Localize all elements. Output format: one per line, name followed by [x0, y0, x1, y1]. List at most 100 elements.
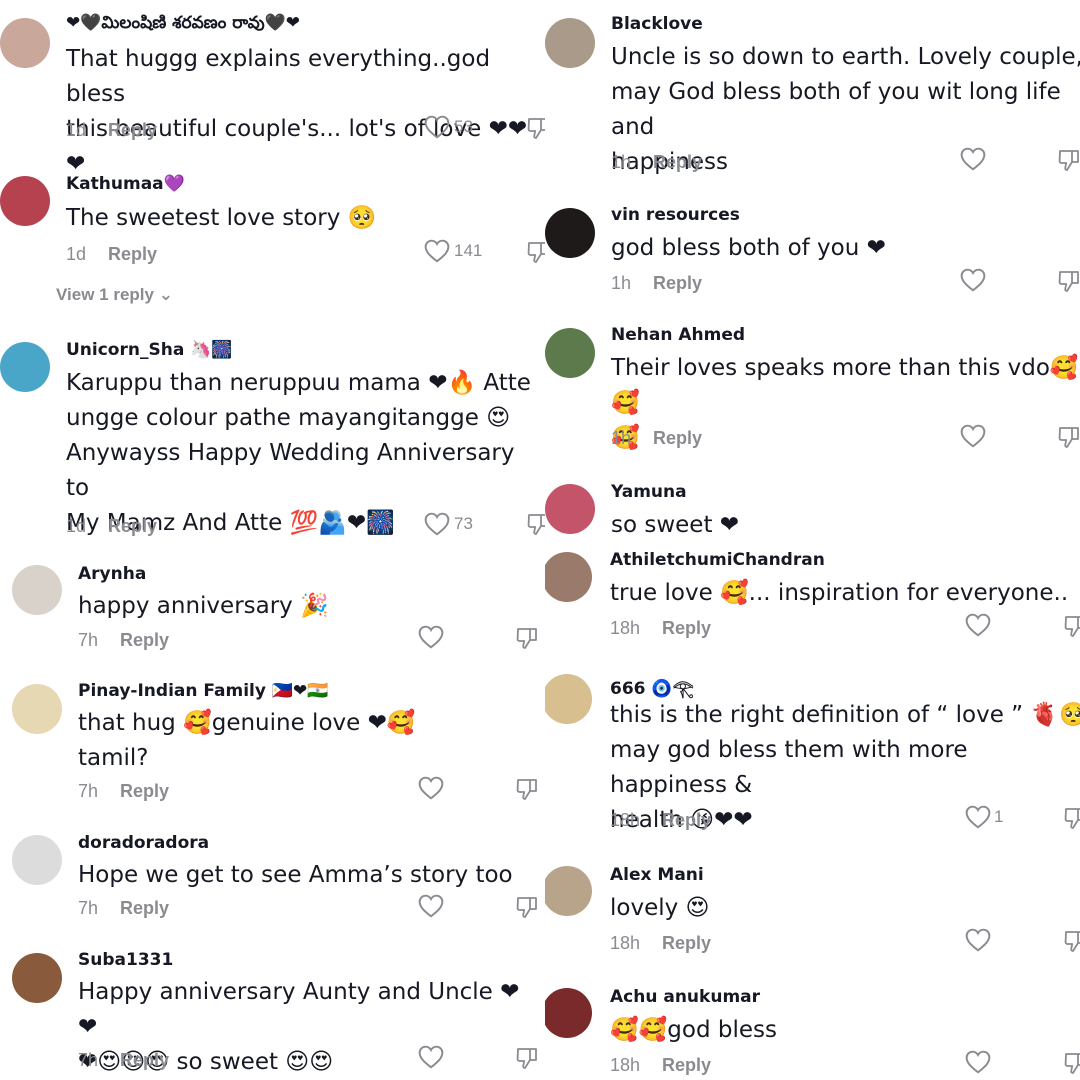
- like-button[interactable]: [960, 268, 986, 292]
- like-count: 73: [454, 514, 473, 533]
- comment-meta: 18h Reply: [610, 618, 711, 639]
- thumbs-down-icon: [1064, 931, 1080, 952]
- comment-time: 1h: [611, 428, 632, 448]
- dislike-button[interactable]: [526, 512, 545, 541]
- like-button[interactable]: [960, 424, 986, 448]
- avatar-image: [0, 342, 50, 392]
- comment-item: 666 🧿𓂀 this is the right definition of “…: [545, 666, 1080, 846]
- like-button[interactable]: [418, 625, 444, 649]
- comment-username[interactable]: Achu anukumar: [610, 987, 760, 1007]
- reply-button[interactable]: Reply: [120, 781, 169, 801]
- dislike-button[interactable]: [1063, 929, 1080, 958]
- like-button[interactable]: 53: [424, 115, 473, 139]
- dislike-button[interactable]: [1063, 614, 1080, 643]
- like-button[interactable]: [418, 1045, 444, 1069]
- comment-username[interactable]: Pinay-Indian Family 🇵🇭❤🇮🇳: [78, 681, 328, 701]
- reply-button[interactable]: Reply: [662, 1055, 711, 1075]
- comment-time: 7h: [78, 898, 99, 918]
- comment-item: ❤🖤మిలంషిణి శరవణం రావు🖤❤ That huggg expla…: [0, 0, 545, 177]
- comment-item: Nehan Ahmed Their loves speaks more than…: [545, 320, 1080, 465]
- comment-time: 18h: [610, 810, 641, 830]
- reply-button[interactable]: Reply: [108, 516, 157, 536]
- comment-username[interactable]: ❤🖤మిలంషిణి శరవణం రావు🖤❤: [66, 13, 300, 37]
- reply-button[interactable]: Reply: [653, 273, 702, 293]
- avatar[interactable]: [545, 866, 592, 916]
- heart-outline-icon: [965, 1050, 991, 1074]
- comment-username[interactable]: Yamuna: [611, 482, 687, 502]
- comment-username[interactable]: Arynha: [78, 564, 146, 584]
- avatar-image: [545, 484, 595, 534]
- like-button[interactable]: [418, 776, 444, 800]
- dislike-button[interactable]: [526, 240, 545, 269]
- dislike-button[interactable]: [515, 1046, 539, 1075]
- avatar[interactable]: [12, 684, 62, 734]
- reply-button[interactable]: Reply: [662, 933, 711, 953]
- comment-username[interactable]: AthiletchumiChandran: [610, 550, 825, 570]
- dislike-button[interactable]: [526, 116, 545, 145]
- dislike-button[interactable]: [1063, 806, 1080, 835]
- comment-username[interactable]: vin resources: [611, 205, 740, 225]
- like-button[interactable]: [418, 894, 444, 918]
- avatar[interactable]: [545, 208, 595, 258]
- dislike-button[interactable]: [1057, 269, 1080, 298]
- reply-button[interactable]: Reply: [120, 1050, 169, 1070]
- like-button[interactable]: [965, 928, 991, 952]
- comment-meta: 18h Reply: [610, 933, 711, 954]
- comment-username[interactable]: Unicorn_Sha 🦄🎆: [66, 340, 233, 360]
- avatar[interactable]: [0, 176, 50, 226]
- like-button[interactable]: 73: [424, 512, 473, 536]
- comment-username[interactable]: Blacklove: [611, 14, 703, 34]
- avatar[interactable]: [545, 674, 592, 724]
- avatar[interactable]: [545, 18, 595, 68]
- dislike-button[interactable]: [515, 626, 539, 655]
- avatar[interactable]: [545, 484, 595, 534]
- like-button[interactable]: 141: [424, 239, 482, 263]
- avatar-image: [545, 866, 592, 916]
- like-button[interactable]: [965, 1050, 991, 1074]
- thumbs-down-icon: [527, 242, 545, 263]
- thumbs-down-icon: [527, 514, 545, 535]
- thumbs-down-icon: [1064, 808, 1080, 829]
- view-replies-button[interactable]: View 1 reply ⌄: [56, 285, 173, 305]
- like-button[interactable]: 1: [965, 805, 1003, 829]
- right-comment-column: Blacklove Uncle is so down to earth. Lov…: [545, 0, 1080, 1080]
- heart-outline-icon: [965, 928, 991, 952]
- comment-username[interactable]: 666 🧿𓂀: [610, 671, 694, 700]
- avatar[interactable]: [0, 342, 50, 392]
- avatar[interactable]: [12, 835, 62, 885]
- comment-time: 1d: [66, 516, 87, 536]
- avatar[interactable]: [12, 565, 62, 615]
- reply-button[interactable]: Reply: [662, 810, 711, 830]
- dislike-button[interactable]: [515, 895, 539, 924]
- comment-username[interactable]: Kathumaa💜: [66, 174, 185, 194]
- reply-button[interactable]: Reply: [120, 898, 169, 918]
- view-replies-label: View 1 reply: [56, 285, 154, 304]
- like-button[interactable]: [960, 147, 986, 171]
- avatar[interactable]: [0, 18, 50, 68]
- dislike-button[interactable]: [1057, 148, 1080, 177]
- reply-button[interactable]: Reply: [120, 630, 169, 650]
- reply-button[interactable]: Reply: [108, 120, 157, 140]
- chevron-down-icon: ⌄: [158, 285, 173, 304]
- comment-time: 1d: [66, 120, 87, 140]
- like-button[interactable]: [965, 613, 991, 637]
- comment-username[interactable]: Alex Mani: [610, 865, 704, 885]
- dislike-button[interactable]: [1057, 425, 1080, 454]
- comment-username[interactable]: doradoradora: [78, 833, 209, 853]
- comment-username[interactable]: Suba1331: [78, 950, 173, 970]
- reply-button[interactable]: Reply: [653, 152, 702, 172]
- dislike-button[interactable]: [1063, 1051, 1080, 1080]
- heart-outline-icon: [424, 512, 450, 536]
- comment-username[interactable]: Nehan Ahmed: [611, 325, 745, 345]
- reply-button[interactable]: Reply: [662, 618, 711, 638]
- avatar[interactable]: [545, 552, 592, 602]
- reply-button[interactable]: Reply: [108, 244, 157, 264]
- avatar-image: [545, 552, 592, 602]
- like-count: 53: [454, 117, 473, 136]
- reply-button[interactable]: Reply: [653, 428, 702, 448]
- avatar[interactable]: [12, 953, 62, 1003]
- dislike-button[interactable]: [515, 777, 539, 806]
- avatar[interactable]: [545, 988, 592, 1038]
- comment-item: Alex Mani lovely 😍 18h Reply: [545, 860, 1080, 970]
- avatar[interactable]: [545, 328, 595, 378]
